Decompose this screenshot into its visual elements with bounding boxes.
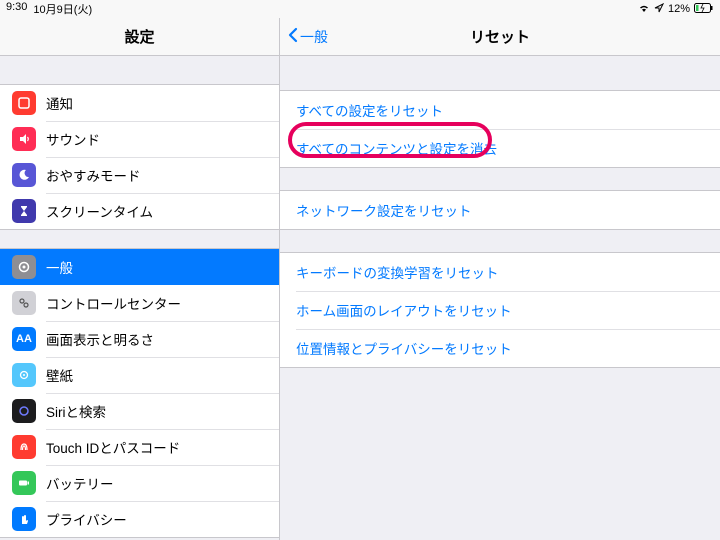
back-label: 一般 [300, 27, 328, 47]
sidebar-item-label: おやすみモード [46, 165, 141, 185]
sidebar-item-touchid[interactable]: Touch IDとパスコード [0, 429, 279, 465]
sidebar-item-label: 通知 [46, 93, 73, 113]
wifi-icon [638, 3, 650, 16]
reset-group-3: キーボードの変換学習をリセット ホーム画面のレイアウトをリセット 位置情報とプラ… [280, 252, 720, 368]
status-bar: 9:30 10月9日(火) 12% [0, 0, 720, 18]
sidebar-group-2: 一般 コントロールセンター AA 画面表示と明るさ 壁紙 Siriと検索 Tou… [0, 248, 279, 538]
gear-icon [12, 255, 36, 279]
status-time: 9:30 [6, 1, 27, 17]
fingerprint-icon [12, 435, 36, 459]
moon-icon [12, 163, 36, 187]
siri-icon [12, 399, 36, 423]
location-icon [654, 3, 664, 16]
settings-sidebar[interactable]: 設定 通知 サウンド おやすみモード スクリーンタイム 一般 [0, 18, 280, 540]
status-date: 10月9日(火) [33, 1, 92, 17]
sidebar-item-label: プライバシー [46, 509, 127, 529]
reset-keyboard[interactable]: キーボードの変換学習をリセット [280, 253, 720, 291]
sidebar-item-privacy[interactable]: プライバシー [0, 501, 279, 537]
reset-row-label: キーボードの変換学習をリセット [296, 262, 499, 282]
sidebar-item-label: バッテリー [46, 473, 114, 493]
sidebar-item-battery[interactable]: バッテリー [0, 465, 279, 501]
reset-group-1: すべての設定をリセット すべてのコンテンツと設定を消去 [280, 90, 720, 168]
detail-header: 一般 リセット [280, 18, 720, 56]
reset-row-label: すべての設定をリセット [296, 100, 443, 120]
sidebar-group-1: 通知 サウンド おやすみモード スクリーンタイム [0, 84, 279, 230]
reset-row-label: すべてのコンテンツと設定を消去 [296, 138, 497, 158]
back-button[interactable]: 一般 [280, 27, 328, 47]
detail-pane[interactable]: 一般 リセット すべての設定をリセット すべてのコンテンツと設定を消去 ネットワ… [280, 18, 720, 540]
sidebar-item-siri[interactable]: Siriと検索 [0, 393, 279, 429]
reset-network[interactable]: ネットワーク設定をリセット [280, 191, 720, 229]
reset-row-label: ネットワーク設定をリセット [296, 200, 472, 220]
reset-home-layout[interactable]: ホーム画面のレイアウトをリセット [280, 291, 720, 329]
reset-group-2: ネットワーク設定をリセット [280, 190, 720, 230]
sidebar-item-label: 壁紙 [46, 365, 73, 385]
detail-title: リセット [470, 26, 530, 47]
display-icon: AA [12, 327, 36, 351]
sidebar-item-label: スクリーンタイム [46, 201, 153, 221]
switches-icon [12, 291, 36, 315]
sounds-icon [12, 127, 36, 151]
reset-row-label: ホーム画面のレイアウトをリセット [296, 300, 512, 320]
hand-icon [12, 507, 36, 531]
battery-setting-icon [12, 471, 36, 495]
sidebar-item-display[interactable]: AA 画面表示と明るさ [0, 321, 279, 357]
reset-all-settings[interactable]: すべての設定をリセット [280, 91, 720, 129]
battery-pct: 12% [668, 3, 690, 15]
sidebar-item-sounds[interactable]: サウンド [0, 121, 279, 157]
chevron-left-icon [288, 27, 298, 46]
sidebar-title: 設定 [0, 18, 279, 56]
sidebar-item-label: 画面表示と明るさ [46, 329, 154, 349]
sidebar-item-label: Siriと検索 [46, 401, 106, 421]
notifications-icon [12, 91, 36, 115]
sidebar-item-label: サウンド [46, 129, 100, 149]
wallpaper-icon [12, 363, 36, 387]
sidebar-item-general[interactable]: 一般 [0, 249, 279, 285]
sidebar-item-label: Touch IDとパスコード [46, 437, 180, 457]
erase-all-content[interactable]: すべてのコンテンツと設定を消去 [280, 129, 720, 167]
sidebar-item-wallpaper[interactable]: 壁紙 [0, 357, 279, 393]
reset-row-label: 位置情報とプライバシーをリセット [296, 338, 512, 358]
hourglass-icon [12, 199, 36, 223]
sidebar-item-screen-time[interactable]: スクリーンタイム [0, 193, 279, 229]
sidebar-item-do-not-disturb[interactable]: おやすみモード [0, 157, 279, 193]
sidebar-item-label: 一般 [46, 257, 73, 277]
sidebar-item-label: コントロールセンター [46, 293, 181, 313]
sidebar-item-notifications[interactable]: 通知 [0, 85, 279, 121]
battery-icon [694, 3, 714, 16]
sidebar-item-control-center[interactable]: コントロールセンター [0, 285, 279, 321]
reset-location-privacy[interactable]: 位置情報とプライバシーをリセット [280, 329, 720, 367]
